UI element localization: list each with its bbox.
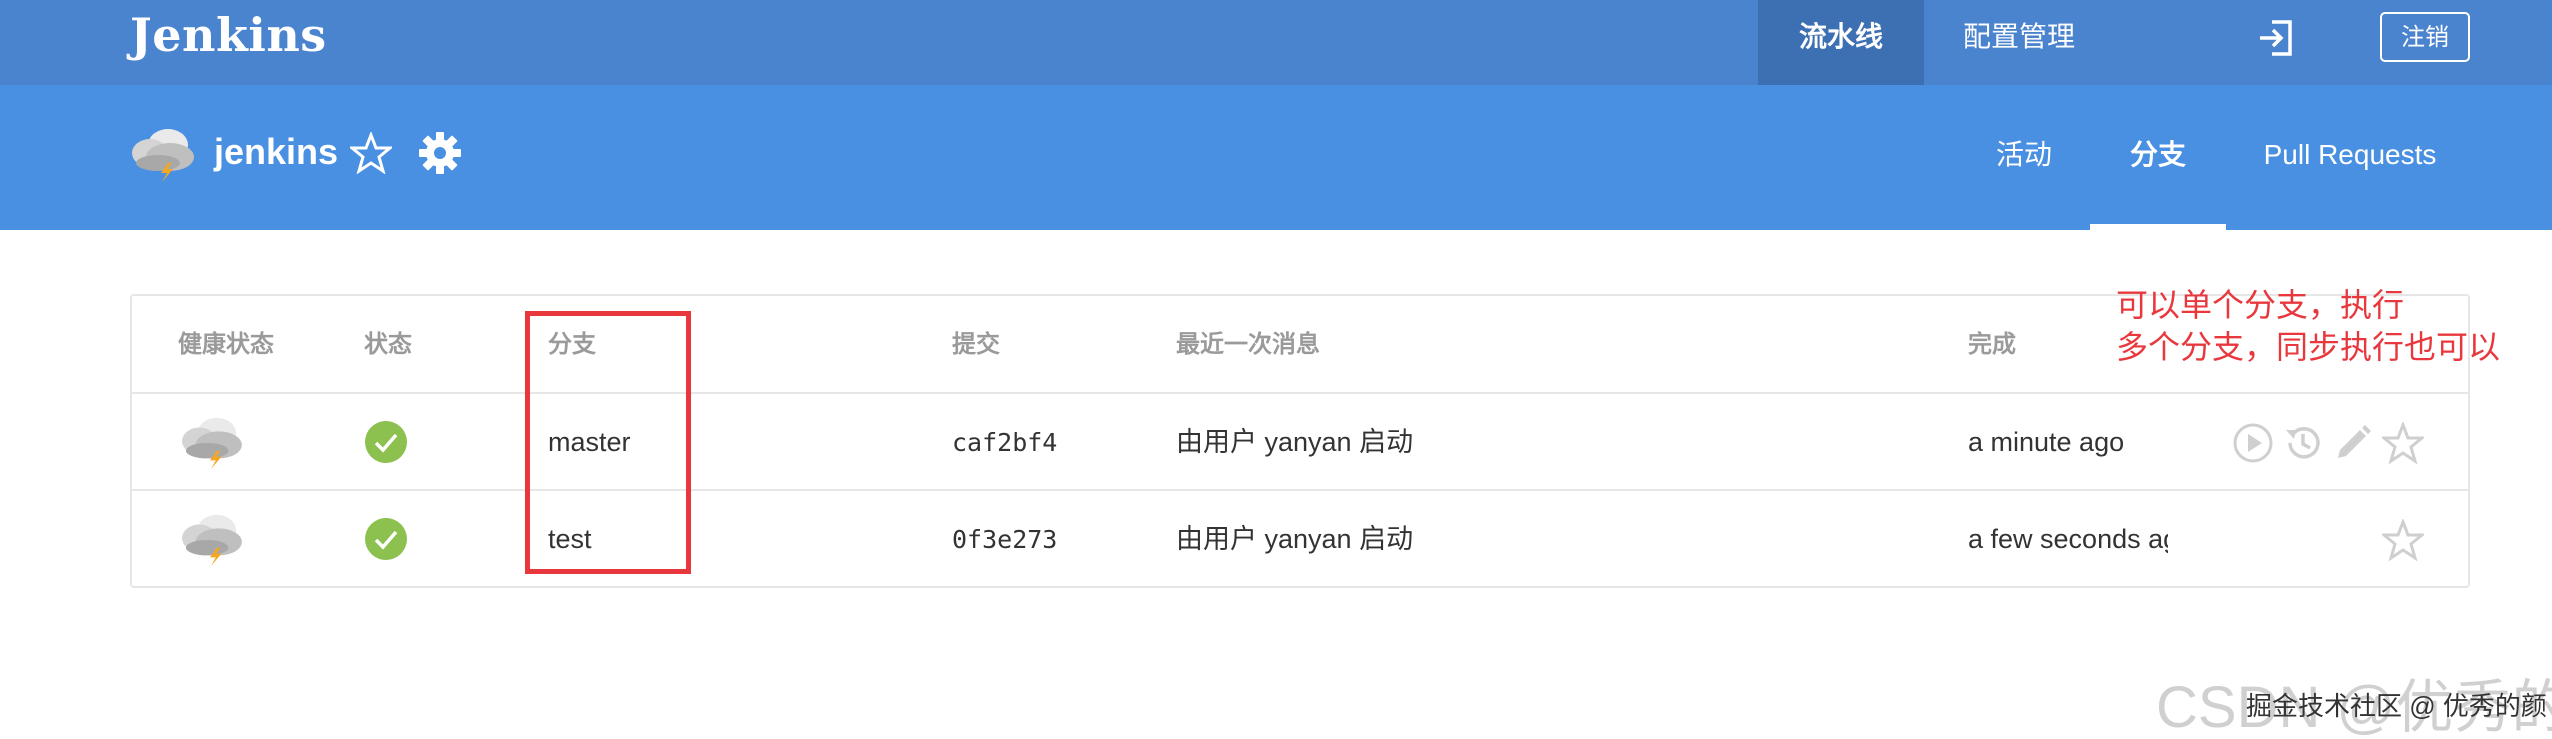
weather-stormy-icon	[132, 129, 194, 182]
header-commit[interactable]: 提交	[952, 296, 1000, 394]
table-row[interactable]: master caf2bf4 由用户 yanyan 启动 a minute ag…	[132, 394, 2468, 491]
header-message[interactable]: 最近一次消息	[1176, 296, 1320, 394]
success-check-icon	[365, 421, 407, 463]
favorite-star-icon[interactable]	[350, 132, 392, 174]
commit-id[interactable]: 0f3e273	[952, 491, 1057, 588]
watermark: 掘金技术社区 @ 优秀的颜	[2246, 691, 2547, 721]
pipeline-header: jenkins 活动 分支 Pull Requests	[0, 85, 2552, 230]
nav-administration[interactable]: 配置管理	[1924, 0, 2114, 85]
history-icon[interactable]	[2282, 422, 2324, 464]
last-message: 由用户 yanyan 启动	[1176, 427, 1414, 457]
annotation-line-1: 可以单个分支，执行	[2116, 287, 2405, 323]
favorite-star-icon[interactable]	[2382, 519, 2424, 561]
exit-classic-icon[interactable]	[2256, 18, 2296, 58]
header-health[interactable]: 健康状态	[178, 296, 274, 394]
tab-activity[interactable]: 活动	[1964, 85, 2084, 230]
tab-branches[interactable]: 分支	[2090, 85, 2226, 230]
run-icon[interactable]	[2232, 422, 2274, 464]
annotation-note: 可以单个分支，执行 多个分支，同步执行也可以	[2116, 284, 2500, 368]
pipeline-name[interactable]: jenkins	[214, 131, 338, 173]
last-message: 由用户 yanyan 启动	[1176, 524, 1414, 554]
edit-pencil-icon[interactable]	[2332, 422, 2374, 464]
annotation-line-2: 多个分支，同步执行也可以	[2116, 329, 2501, 365]
completed-time: a minute ago	[1968, 427, 2125, 457]
weather-stormy-icon	[182, 417, 242, 470]
nav-pipelines[interactable]: 流水线	[1758, 0, 1924, 85]
gear-icon[interactable]	[418, 131, 462, 175]
success-check-icon	[365, 518, 407, 560]
commit-id[interactable]: caf2bf4	[952, 394, 1057, 491]
header-status[interactable]: 状态	[364, 296, 412, 394]
completed-time: a few seconds ag	[1968, 524, 2168, 554]
header-completed[interactable]: 完成	[1968, 296, 2016, 394]
tab-pull-requests[interactable]: Pull Requests	[2250, 85, 2450, 230]
weather-stormy-icon	[182, 514, 242, 567]
favorite-star-icon[interactable]	[2382, 422, 2424, 464]
branch-column-highlight	[525, 311, 691, 574]
top-navigation-bar: Jenkins 流水线 配置管理 注销	[0, 0, 2552, 85]
table-row[interactable]: test 0f3e273 由用户 yanyan 启动 a few seconds…	[132, 491, 2468, 588]
jenkins-logo[interactable]: Jenkins	[130, 8, 327, 62]
logout-button[interactable]: 注销	[2380, 12, 2470, 62]
